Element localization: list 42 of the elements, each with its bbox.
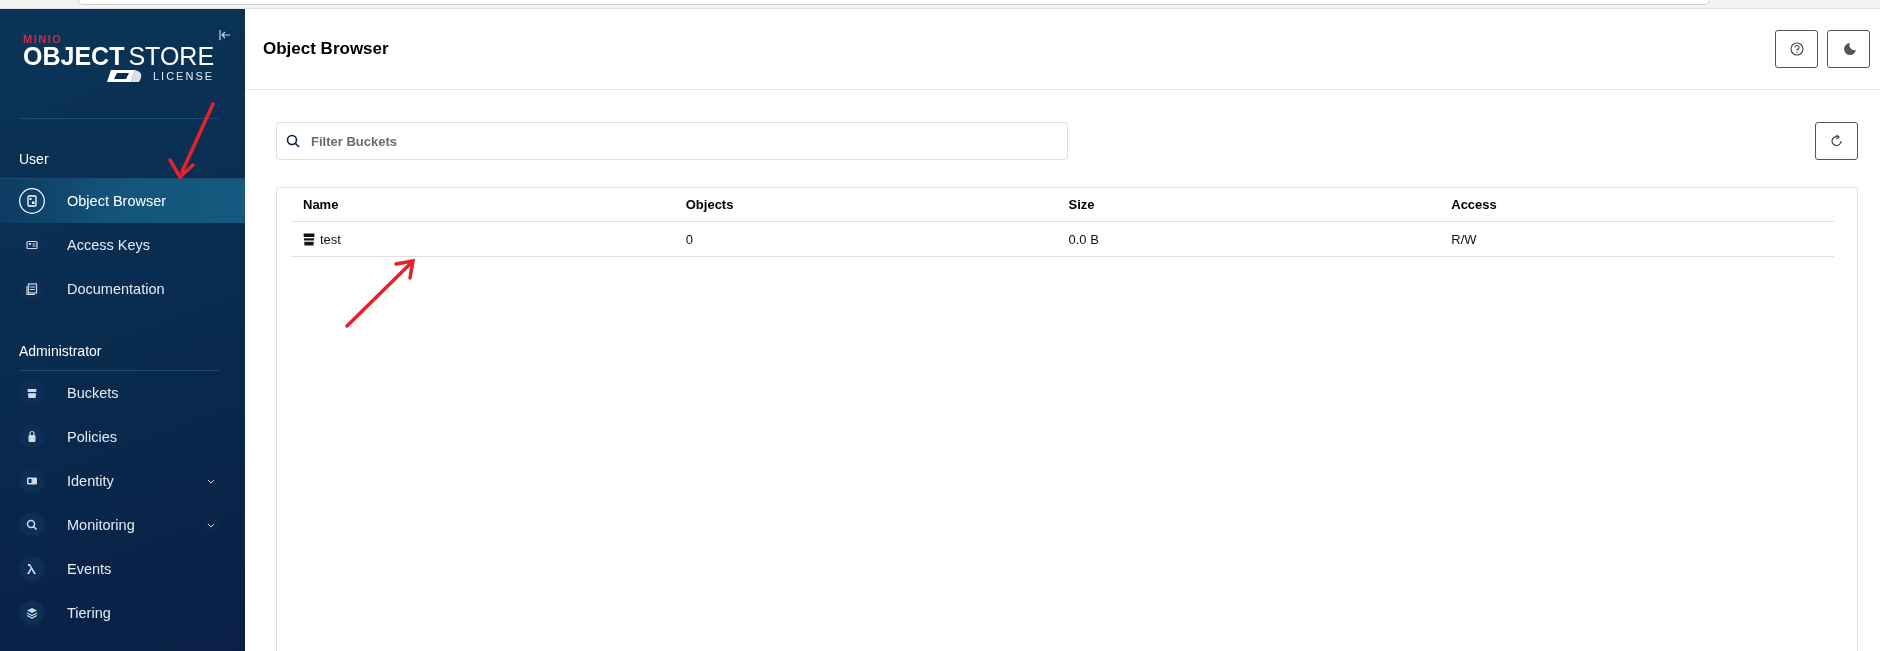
table-cell-text: 0 [685, 231, 694, 247]
lambda-icon [19, 556, 45, 582]
table-cell: test [303, 231, 686, 247]
help-button[interactable] [1775, 30, 1818, 68]
column-header: Name [303, 197, 340, 212]
license-label: LICENSE [153, 70, 215, 82]
column-header: Access [1451, 197, 1498, 212]
annotation-arrow [345, 258, 416, 328]
sidebar-item[interactable]: Tiering [0, 591, 245, 635]
search-icon [286, 134, 300, 148]
column-header: Size [1068, 197, 1096, 212]
collapse-icon[interactable] [219, 29, 231, 41]
product-name: OBJECT [23, 45, 125, 67]
page-title: Object Browser [263, 39, 389, 59]
object-browser-icon [19, 188, 45, 214]
dark-mode-button[interactable] [1827, 30, 1870, 68]
id-card-icon [19, 468, 45, 494]
magnifier-icon [19, 512, 45, 538]
table-cell-text: 0.0 B [1068, 231, 1100, 247]
column-header: Objects [685, 197, 735, 212]
sidebar-item[interactable]: Events [0, 547, 245, 591]
section-title: Administrator [18, 342, 103, 360]
sidebar-item[interactable]: Monitoring [0, 503, 245, 547]
sidebar-item[interactable]: Documentation [0, 267, 245, 311]
search-field[interactable]: Filter Buckets [276, 122, 1068, 160]
layers-icon [19, 600, 45, 626]
section-title: User [18, 150, 50, 168]
bucket-icon [303, 232, 315, 246]
table-row[interactable]: test 0 0.0 B R/W [291, 222, 1834, 257]
sidebar-item[interactable]: Identity [0, 459, 245, 503]
table-cell-text: R/W [1451, 231, 1478, 247]
bucket-icon [19, 380, 45, 406]
sidebar-item[interactable]: Policies [0, 415, 245, 459]
product-name: STORE [128, 45, 215, 67]
help-icon [1789, 42, 1804, 56]
brand-logo: MINIO [23, 33, 63, 45]
lock-icon [19, 424, 45, 450]
sidebar-item[interactable]: Access Keys [0, 223, 245, 267]
sidebar-item[interactable]: Buckets [0, 371, 245, 415]
sidebar-item[interactable]: Object Browser [0, 178, 245, 223]
refresh-icon [1829, 134, 1844, 148]
refresh-button[interactable] [1815, 122, 1858, 160]
